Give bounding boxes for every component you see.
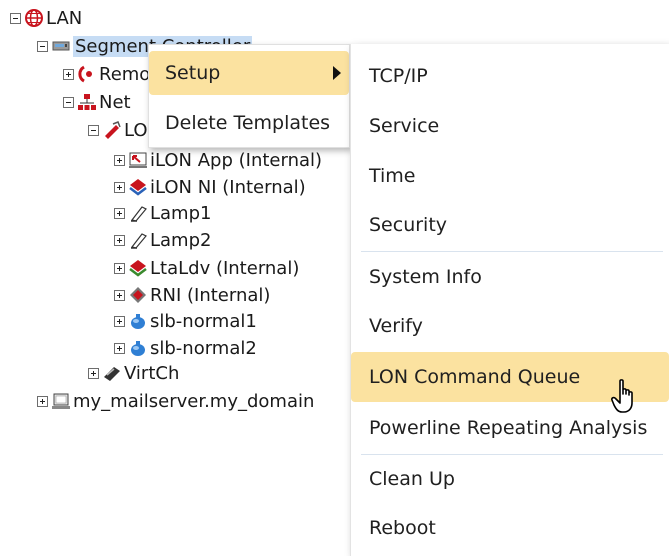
- submenu-item-time[interactable]: Time: [351, 152, 669, 200]
- submenu-item-system-info[interactable]: System Info: [351, 253, 669, 301]
- tree-node-device[interactable]: iLON NI (Internal): [114, 175, 306, 199]
- tree-node-device[interactable]: Lamp2: [114, 228, 211, 252]
- expand-toggle[interactable]: [114, 342, 125, 354]
- tree-node-label: my_mailserver.my_domain: [73, 390, 315, 412]
- collapse-toggle[interactable]: [10, 12, 21, 24]
- expand-toggle[interactable]: [114, 181, 125, 193]
- tree-node-label: Lamp2: [150, 229, 212, 251]
- tree-node-virtch[interactable]: VirtCh: [88, 361, 179, 385]
- tree-node-label: slb-normal2: [150, 337, 257, 359]
- menu-item-label: Setup: [165, 62, 221, 84]
- tree-node-label: Net: [99, 91, 131, 113]
- tree-node-lan[interactable]: LAN: [10, 6, 82, 30]
- submenu-item-reboot[interactable]: Reboot: [351, 504, 669, 552]
- ni-device-icon: [128, 177, 148, 197]
- collapse-toggle[interactable]: [63, 96, 74, 108]
- tree-node-label: LtaLdv (Internal): [150, 257, 300, 279]
- globe-icon: [24, 8, 44, 28]
- app-device-icon: [128, 150, 148, 170]
- setup-submenu: TCP/IP Service Time Security System Info…: [350, 44, 669, 556]
- ldv-device-icon: [128, 258, 148, 278]
- virtual-channel-icon: [102, 363, 122, 383]
- collapse-toggle[interactable]: [88, 124, 99, 136]
- submenu-item-clean-up[interactable]: Clean Up: [351, 455, 669, 503]
- submenu-item-label: Verify: [369, 315, 423, 337]
- submenu-arrow-icon: [333, 66, 341, 80]
- tree-node-label: Lamp1: [150, 202, 212, 224]
- rni-device-icon: [128, 285, 148, 305]
- submenu-item-tcp-ip[interactable]: TCP/IP: [351, 52, 669, 100]
- submenu-item-label: System Info: [369, 266, 482, 288]
- tree-node-label: LAN: [46, 7, 83, 29]
- tree-node-device[interactable]: slb-normal2: [114, 336, 257, 360]
- slb-device-icon: [128, 338, 148, 358]
- submenu-item-service[interactable]: Service: [351, 102, 669, 150]
- lamp-device-icon: [128, 230, 148, 250]
- expand-toggle[interactable]: [114, 315, 125, 327]
- collapse-toggle[interactable]: [37, 40, 48, 52]
- expand-toggle[interactable]: [88, 367, 99, 379]
- expand-toggle[interactable]: [114, 154, 125, 166]
- tree-node-device[interactable]: RNI (Internal): [114, 283, 270, 307]
- channel-icon: [102, 120, 122, 140]
- submenu-item-label: Clean Up: [369, 468, 455, 490]
- server-icon: [51, 391, 71, 411]
- menu-item-label: Delete Templates: [165, 112, 331, 134]
- context-menu: Setup Delete Templates: [148, 44, 350, 148]
- submenu-item-label: Security: [369, 214, 448, 236]
- submenu-item-label: Reboot: [369, 517, 436, 539]
- tree-node-device[interactable]: Lamp1: [114, 201, 211, 225]
- expand-toggle[interactable]: [114, 234, 125, 246]
- tree-node-mailserver[interactable]: my_mailserver.my_domain: [37, 389, 314, 413]
- tree-node-device[interactable]: LtaLdv (Internal): [114, 256, 299, 280]
- expand-toggle[interactable]: [37, 395, 48, 407]
- menu-separator: [361, 251, 663, 252]
- controller-icon: [51, 36, 71, 56]
- submenu-item-label: LON Command Queue: [369, 366, 581, 388]
- tree-node-label: RNI (Internal): [150, 284, 271, 306]
- tree-node-device[interactable]: slb-normal1: [114, 309, 257, 333]
- menu-item-delete-templates[interactable]: Delete Templates: [149, 101, 349, 145]
- network-icon: [77, 92, 97, 112]
- hand-cursor-icon: [611, 379, 633, 413]
- tree-node-label: slb-normal1: [150, 310, 257, 332]
- tree-node-label: iLON App (Internal): [150, 149, 323, 171]
- expand-toggle[interactable]: [114, 207, 125, 219]
- remote-connection-icon: [77, 64, 97, 84]
- expand-toggle[interactable]: [114, 262, 125, 274]
- submenu-item-label: Time: [369, 165, 416, 187]
- submenu-item-label: Service: [369, 115, 440, 137]
- lamp-device-icon: [128, 203, 148, 223]
- submenu-item-security[interactable]: Security: [351, 201, 669, 249]
- menu-item-setup[interactable]: Setup: [149, 51, 349, 95]
- submenu-item-label: Powerline Repeating Analysis: [369, 417, 648, 439]
- tree-node-label: VirtCh: [124, 362, 180, 384]
- expand-toggle[interactable]: [63, 68, 74, 80]
- tree-node-label: iLON NI (Internal): [150, 176, 306, 198]
- submenu-item-verify[interactable]: Verify: [351, 302, 669, 350]
- tree-node-net[interactable]: Net: [63, 90, 131, 114]
- tree-node-device[interactable]: iLON App (Internal): [114, 148, 322, 172]
- slb-device-icon: [128, 311, 148, 331]
- expand-toggle[interactable]: [114, 289, 125, 301]
- submenu-item-label: TCP/IP: [369, 65, 428, 87]
